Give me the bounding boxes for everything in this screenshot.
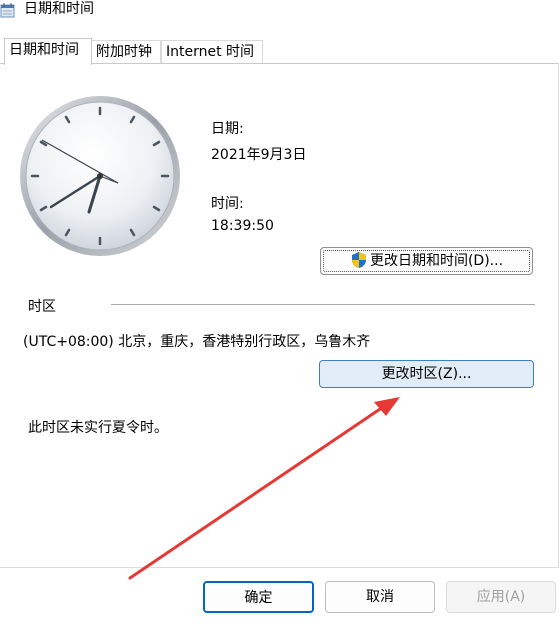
change-timezone-button[interactable]: 更改时区(Z)... (319, 360, 534, 388)
date-value: 2021年9月3日 (211, 147, 307, 163)
change-date-time-button[interactable]: 更改日期和时间(D)... (320, 247, 533, 275)
title-bar: 日期和时间 (0, 0, 560, 30)
focus-rect (323, 250, 530, 272)
tab-additional-clocks[interactable]: 附加时钟 (91, 40, 161, 64)
timezone-section-label: 时区 (28, 299, 56, 315)
date-time-control-panel-icon (0, 2, 16, 18)
apply-button[interactable]: 应用(A) (446, 581, 556, 613)
time-label: 时间: (211, 196, 244, 212)
time-value: 18:39:50 (211, 218, 274, 234)
tab-strip: 日期和时间 附加时钟 Internet 时间 (0, 38, 560, 65)
analog-clock (20, 90, 186, 256)
section-divider (111, 304, 535, 305)
tab-date-and-time[interactable]: 日期和时间 (4, 38, 92, 65)
window-title: 日期和时间 (24, 1, 94, 17)
date-label: 日期: (211, 121, 244, 137)
tab-internet-time[interactable]: Internet 时间 (161, 40, 263, 64)
dst-note: 此时区未实行夏令时。 (28, 420, 168, 436)
timezone-value: (UTC+08:00) 北京，重庆，香港特别行政区，乌鲁木齐 (23, 334, 371, 350)
ok-button[interactable]: 确定 (203, 581, 314, 613)
cancel-button[interactable]: 取消 (325, 581, 435, 613)
